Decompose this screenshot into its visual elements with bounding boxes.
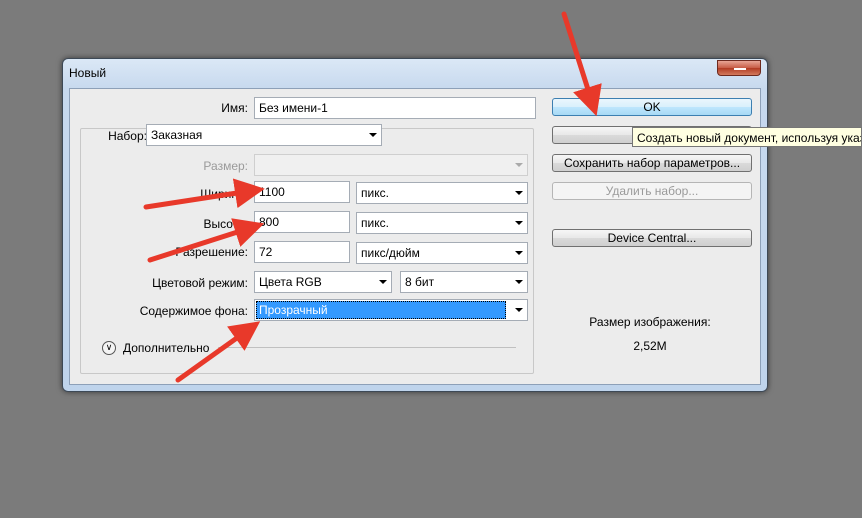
color-mode-dropdown[interactable]: Цвета RGB <box>254 271 392 293</box>
save-preset-button[interactable]: Сохранить набор параметров... <box>552 154 752 172</box>
color-mode-value: Цвета RGB <box>259 275 322 289</box>
close-icon <box>734 68 746 70</box>
ok-button[interactable]: OK <box>552 98 752 116</box>
bit-depth-dropdown[interactable]: 8 бит <box>400 271 528 293</box>
size-label: Размер: <box>203 159 248 173</box>
image-size-label: Размер изображения: <box>589 315 711 329</box>
chevron-down-icon <box>515 163 523 167</box>
background-dropdown[interactable]: Прозрачный <box>254 299 528 321</box>
preset-dropdown[interactable]: Заказная <box>146 124 382 146</box>
bit-depth-value: 8 бит <box>405 275 435 289</box>
tooltip: Создать новый документ, используя указ <box>632 127 862 147</box>
color-mode-label: Цветовой режим: <box>152 276 248 290</box>
title-bar[interactable]: Новый <box>63 59 767 85</box>
chevron-down-icon <box>379 280 387 284</box>
chevron-down-icon <box>515 280 523 284</box>
resolution-unit-dropdown[interactable]: пикс/дюйм <box>356 242 528 264</box>
height-unit-value: пикс. <box>361 216 389 230</box>
delete-preset-button[interactable]: Удалить набор... <box>552 182 752 200</box>
chevron-down-icon <box>515 191 523 195</box>
size-dropdown[interactable] <box>254 154 528 176</box>
resolution-input[interactable]: 72 <box>254 241 350 263</box>
device-central-button[interactable]: Device Central... <box>552 229 752 247</box>
resolution-unit-value: пикс/дюйм <box>361 246 420 260</box>
preset-label: Набор: <box>96 129 150 143</box>
name-label: Имя: <box>221 101 248 115</box>
background-label: Содержимое фона: <box>139 304 248 318</box>
chevron-down-icon <box>515 308 523 312</box>
width-input[interactable]: 1100 <box>254 181 350 203</box>
chevron-down-icon <box>515 221 523 225</box>
advanced-label[interactable]: Дополнительно <box>123 341 209 355</box>
close-button[interactable] <box>717 60 761 76</box>
width-unit-dropdown[interactable]: пикс. <box>356 182 528 204</box>
dialog-title: Новый <box>69 66 107 80</box>
height-label: Высота: <box>203 217 248 231</box>
image-size-value: 2,52M <box>633 339 667 353</box>
advanced-expand-toggle[interactable]: ∨ <box>102 341 116 355</box>
advanced-divider <box>218 347 516 348</box>
width-unit-value: пикс. <box>361 186 389 200</box>
preset-value: Заказная <box>151 128 203 142</box>
resolution-label: Разрешение: <box>175 245 248 259</box>
double-chevron-down-icon: ∨ <box>105 342 113 352</box>
width-label: Ширина: <box>200 187 248 201</box>
chevron-down-icon <box>515 251 523 255</box>
name-input[interactable]: Без имени-1 <box>254 97 536 119</box>
height-input[interactable]: 800 <box>254 211 350 233</box>
background-value: Прозрачный <box>256 301 506 319</box>
chevron-down-icon <box>369 133 377 137</box>
height-unit-dropdown[interactable]: пикс. <box>356 212 528 234</box>
